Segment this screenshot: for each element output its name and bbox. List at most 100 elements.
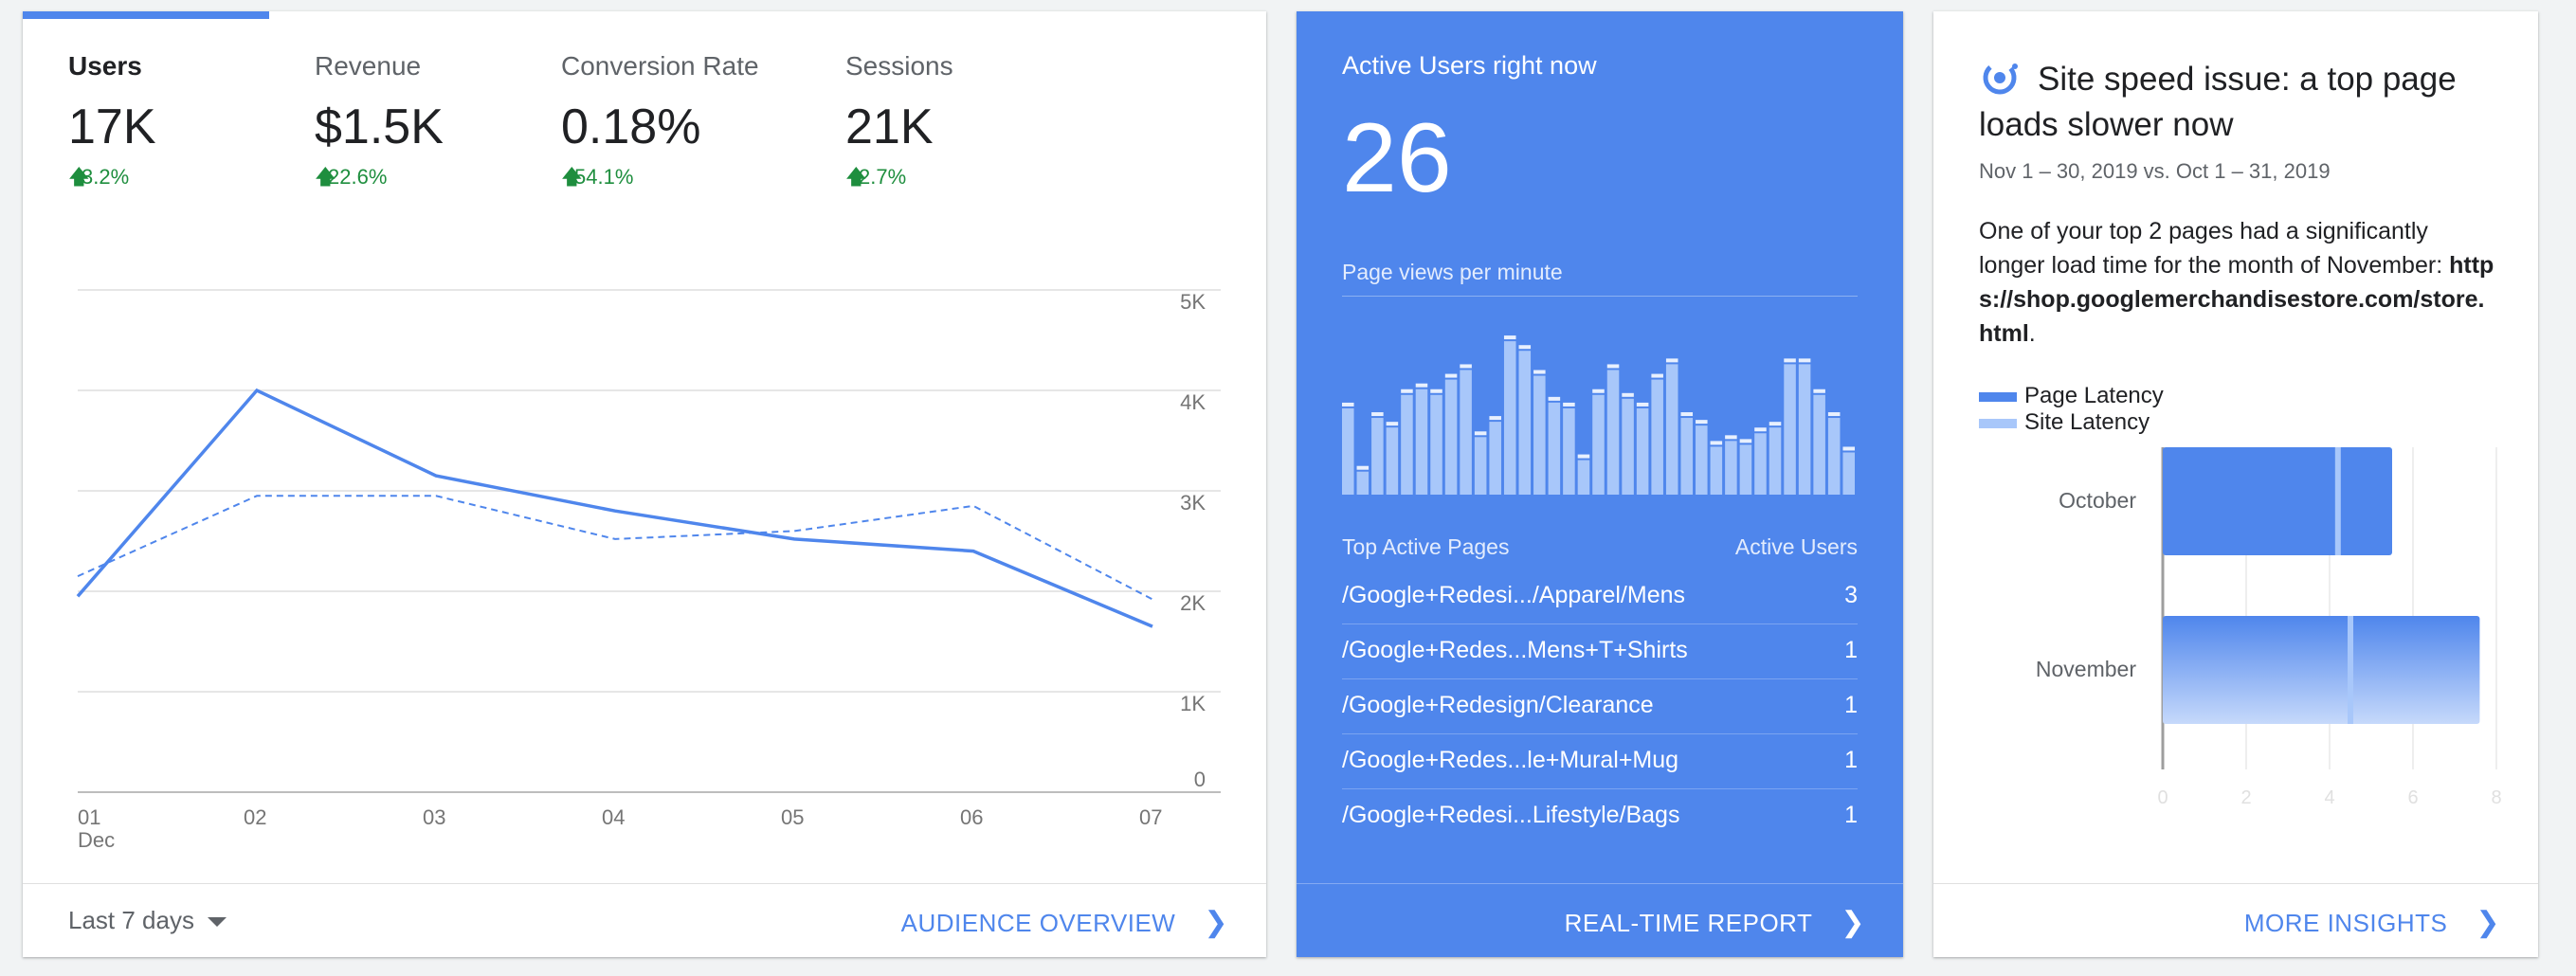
pageview-bar — [1533, 375, 1546, 495]
audience-card: Users 17K 🡅3.2% Revenue $1.5K 🡅22.6% Con… — [23, 11, 1266, 957]
pageview-bar-cap — [1430, 389, 1442, 393]
pageview-bar-cap — [1415, 383, 1428, 388]
pageview-bar — [1474, 437, 1487, 495]
col-header-pages: Top Active Pages — [1342, 534, 1510, 559]
category-label: November — [2036, 657, 2136, 681]
metric-tab-users[interactable]: Users 17K 🡅3.2% — [23, 11, 269, 201]
audience-overview-link[interactable]: AUDIENCE OVERVIEW ❯ — [901, 906, 1228, 939]
user-count: 1 — [1844, 692, 1858, 718]
table-row[interactable]: /Google+Redesi...Lifestyle/Bags 1 — [1342, 788, 1858, 843]
y-tick-label: 0 — [1194, 768, 1206, 791]
pageview-bar-cap — [1533, 370, 1546, 374]
pageview-bar-cap — [1356, 465, 1370, 470]
x-tick-label: 8 — [2491, 787, 2501, 808]
pageview-bar — [1592, 394, 1605, 495]
pageview-bar-cap — [1474, 431, 1487, 436]
realtime-report-link[interactable]: REAL-TIME REPORT ❯ — [1565, 906, 1865, 939]
metric-delta: 🡅2.7% — [845, 161, 906, 197]
pageview-bar — [1680, 418, 1694, 495]
footer-divider — [1933, 883, 2538, 884]
metric-label: Revenue — [315, 51, 422, 81]
metric-tab-conversion-rate[interactable]: Conversion Rate 0.18% 🡅54.1% — [516, 11, 762, 201]
chevron-right-icon: ❯ — [1204, 907, 1228, 938]
metric-value: 17K — [68, 99, 156, 154]
pageview-bar-cap — [1503, 335, 1516, 340]
pageview-bar — [1415, 389, 1428, 495]
page-path: /Google+Redesi...Lifestyle/Bags — [1342, 802, 1680, 828]
x-tick-label: 02 — [244, 805, 266, 829]
page-path: /Google+Redes...le+Mural+Mug — [1342, 747, 1679, 773]
pageview-bar — [1401, 394, 1413, 495]
page-path: /Google+Redes...Mens+T+Shirts — [1342, 637, 1688, 663]
pageview-bar — [1548, 402, 1561, 495]
active-users-count: 26 — [1342, 103, 1452, 213]
metric-delta: 🡅54.1% — [561, 161, 633, 197]
pageview-bar — [1739, 444, 1752, 495]
x-tick-label: 06 — [960, 805, 983, 829]
pageview-bar — [1710, 446, 1723, 495]
pageview-bar-cap — [1754, 427, 1767, 432]
x-tick-label: 2 — [2240, 787, 2251, 808]
site-latency-marker — [2348, 616, 2353, 724]
metric-delta: 🡅22.6% — [315, 161, 387, 197]
y-tick-label: 1K — [1180, 692, 1206, 715]
table-row[interactable]: /Google+Redes...le+Mural+Mug 1 — [1342, 733, 1858, 789]
more-insights-link[interactable]: MORE INSIGHTS ❯ — [2244, 906, 2500, 939]
metric-label: Conversion Rate — [561, 51, 759, 81]
footer-divider — [23, 883, 1266, 884]
x-tick-sublabel: Dec — [78, 828, 115, 852]
legend-swatch — [1979, 391, 2017, 402]
user-count: 1 — [1844, 637, 1858, 663]
x-tick-label: 04 — [602, 805, 625, 829]
date-range-dropdown[interactable]: Last 7 days — [68, 906, 227, 935]
metric-tab-revenue[interactable]: Revenue $1.5K 🡅22.6% — [269, 11, 516, 201]
legend-swatch — [1979, 418, 2017, 428]
users-line-chart: 0 1K 2K 3K 4K 5K 01 02 03 04 05 06 07 Dec — [76, 289, 1221, 852]
table-row[interactable]: /Google+Redes...Mens+T+Shirts 1 — [1342, 624, 1858, 679]
x-tick-label: 4 — [2324, 787, 2334, 808]
arrow-up-icon: 🡅 — [315, 165, 336, 189]
metric-tab-sessions[interactable]: Sessions 21K 🡅2.7% — [800, 11, 1046, 201]
pageview-bar-cap — [1696, 420, 1708, 425]
pageview-bar-cap — [1725, 435, 1737, 440]
y-tick-label: 2K — [1180, 591, 1206, 615]
pageview-bar — [1563, 407, 1575, 495]
pageview-bar-cap — [1798, 358, 1811, 363]
table-row[interactable]: /Google+Redesi.../Apparel/Mens 3 — [1342, 569, 1858, 624]
pageview-bar-cap — [1489, 416, 1501, 421]
pageview-bar-cap — [1563, 402, 1575, 407]
x-tick-label: 03 — [423, 805, 445, 829]
pageview-bar — [1356, 471, 1370, 495]
realtime-card: Active Users right now 26 Page views per… — [1297, 11, 1903, 957]
pageview-bar — [1798, 364, 1811, 495]
pageview-bar-cap — [1386, 422, 1399, 426]
user-count: 3 — [1844, 582, 1858, 608]
footer-divider — [1297, 883, 1903, 884]
page-path: /Google+Redesign/Clearance — [1342, 692, 1654, 718]
pageview-bar-cap — [1592, 389, 1605, 393]
pageview-bar-cap — [1401, 389, 1413, 393]
pageview-bar — [1622, 398, 1634, 495]
pageview-bar — [1518, 351, 1532, 495]
metric-delta: 🡅3.2% — [68, 161, 129, 197]
category-label: October — [2059, 488, 2136, 513]
pageview-bar — [1636, 407, 1649, 495]
x-tick-label: 0 — [2157, 787, 2168, 808]
pageview-bar-cap — [1813, 389, 1825, 393]
metric-label: Sessions — [845, 51, 953, 81]
y-tick-label: 5K — [1180, 290, 1206, 314]
pageview-bar — [1769, 427, 1782, 495]
chevron-right-icon: ❯ — [2476, 907, 2500, 938]
user-count: 1 — [1844, 747, 1858, 773]
pageview-bar — [1342, 407, 1354, 495]
realtime-title: Active Users right now — [1342, 51, 1597, 80]
pageview-bar-cap — [1444, 373, 1458, 378]
table-row[interactable]: /Google+Redesign/Clearance 1 — [1342, 678, 1858, 734]
pageview-bar — [1725, 441, 1737, 495]
pageview-bar — [1842, 452, 1855, 495]
selected-tab-indicator — [23, 11, 269, 19]
insight-title: Site speed issue: a top page loads slowe… — [1979, 61, 2457, 143]
pageview-bar-cap — [1606, 364, 1620, 369]
pageview-bar-cap — [1548, 396, 1561, 401]
metric-label: Users — [68, 51, 142, 81]
